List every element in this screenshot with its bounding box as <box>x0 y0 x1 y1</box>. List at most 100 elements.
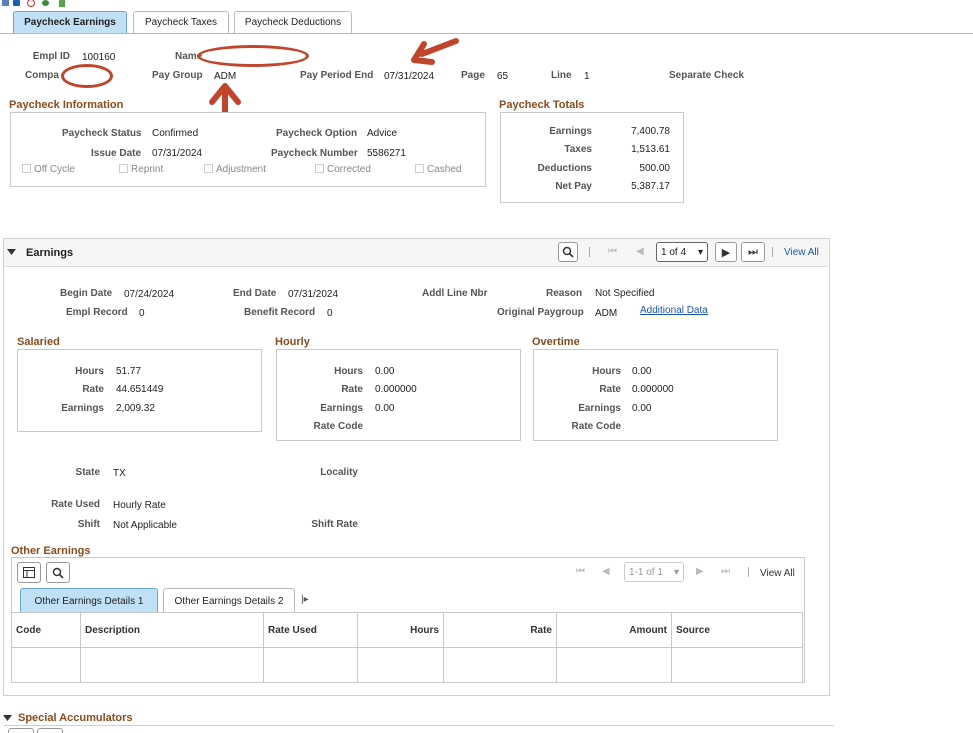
totals-taxes-label: Taxes <box>564 144 592 155</box>
paycheck-option-label: Paycheck Option <box>276 128 358 139</box>
search-icon <box>52 567 64 579</box>
column-header-source[interactable]: Source <box>671 612 803 648</box>
hourly-hours-value: 0.00 <box>375 366 395 377</box>
line-value: 1 <box>584 71 590 82</box>
column-header-hours[interactable]: Hours <box>357 612 444 648</box>
previous-page-icon[interactable]: ◀ <box>636 246 644 257</box>
earnings-search-button[interactable] <box>558 242 578 262</box>
state-label: State <box>75 467 100 478</box>
benefit-record-value: 0 <box>327 308 333 319</box>
pager-separator <box>589 247 590 257</box>
shift-label: Shift <box>77 519 100 530</box>
totals-net-pay-value: 5,387.17 <box>631 181 670 192</box>
company-label: Compa <box>25 70 59 81</box>
overtime-rate-code-label: Rate Code <box>571 421 621 432</box>
chevron-down-icon: ▾ <box>697 246 703 258</box>
empl-record-value: 0 <box>139 308 145 319</box>
next-page-icon: ▶ <box>721 246 731 259</box>
original-paygroup-value: ADM <box>595 308 618 319</box>
corrected-label: Corrected <box>327 164 371 175</box>
corrected-checkbox[interactable]: Corrected <box>315 164 371 175</box>
other-earnings-table: Code Description Rate Used Hours Rate Am… <box>11 612 803 683</box>
grid-settings-icon <box>23 567 35 578</box>
tab-paycheck-taxes[interactable]: Paycheck Taxes <box>133 11 229 33</box>
column-header-code[interactable]: Code <box>11 612 81 648</box>
notify-icon[interactable] <box>2 0 9 6</box>
refresh-icon[interactable] <box>27 0 35 7</box>
issue-date-value: 07/31/2024 <box>152 148 203 159</box>
other-earnings-pager-value: 1-1 of 1 <box>629 566 663 578</box>
end-date-label: End Date <box>233 288 277 299</box>
totals-net-pay-label: Net Pay <box>555 181 592 192</box>
reason-value: Not Specified <box>595 288 655 299</box>
overtime-earnings-value: 0.00 <box>632 403 652 414</box>
other-earnings-view-all-link[interactable]: View All <box>760 568 795 579</box>
tab-label: Paycheck Deductions <box>244 17 342 28</box>
first-page-icon[interactable]: ⏮ <box>608 246 617 257</box>
earnings-view-all-link[interactable]: View All <box>784 247 819 258</box>
off-cycle-label: Off Cycle <box>34 164 75 175</box>
gear-icon[interactable] <box>42 0 49 6</box>
personalize-button[interactable] <box>17 562 41 583</box>
column-header-rate-used[interactable]: Rate Used <box>263 612 358 648</box>
addl-line-nbr-label: Addl Line Nbr <box>422 288 488 299</box>
overtime-rate-value: 0.000000 <box>632 384 674 395</box>
earnings-pager-select[interactable]: 1 of 4 ▾ <box>656 242 708 262</box>
column-header-rate[interactable]: Rate <box>443 612 557 648</box>
first-page-icon: ⏮ <box>576 566 585 577</box>
begin-date-value: 07/24/2024 <box>124 289 175 300</box>
begin-date-label: Begin Date <box>60 288 113 299</box>
collapse-triangle-icon[interactable] <box>7 249 16 256</box>
next-page-button[interactable]: ▶ <box>715 242 737 262</box>
redaction-oval-name <box>197 45 309 67</box>
separate-check-label: Separate Check <box>669 70 745 81</box>
tab-label: Paycheck Earnings <box>24 17 116 28</box>
special-accumulators-toolbar-button[interactable] <box>8 728 34 733</box>
last-page-icon: ⏭ <box>721 566 730 577</box>
earnings-pager-value: 1 of 4 <box>661 246 687 258</box>
issue-date-label: Issue Date <box>91 148 142 159</box>
empl-id-label: Empl ID <box>32 51 70 62</box>
totals-taxes-value: 1,513.61 <box>631 144 670 155</box>
hourly-rate-code-label: Rate Code <box>313 421 363 432</box>
column-header-amount[interactable]: Amount <box>556 612 672 648</box>
tab-paycheck-deductions[interactable]: Paycheck Deductions <box>234 11 352 33</box>
table-header-row: Code Description Rate Used Hours Rate Am… <box>11 612 803 648</box>
last-page-button[interactable]: ⏭ <box>741 242 765 262</box>
totals-deductions-value: 500.00 <box>639 163 670 174</box>
hourly-hours-label: Hours <box>334 366 363 377</box>
show-all-columns-icon[interactable]: |▸ <box>301 594 309 605</box>
other-earnings-pager-select: 1-1 of 1 ▾ <box>624 562 684 582</box>
earnings-title: Earnings <box>26 247 74 259</box>
salaried-earnings-label: Earnings <box>61 403 104 414</box>
overtime-title: Overtime <box>532 336 580 348</box>
cashed-checkbox[interactable]: Cashed <box>415 164 461 175</box>
tab-paycheck-earnings[interactable]: Paycheck Earnings <box>13 11 127 33</box>
salaried-hours-label: Hours <box>75 366 104 377</box>
off-cycle-checkbox[interactable]: Off Cycle <box>22 164 75 175</box>
adjustment-checkbox[interactable]: Adjustment <box>204 164 266 175</box>
subtab-other-earnings-details-2[interactable]: Other Earnings Details 2 <box>163 588 295 613</box>
hourly-rate-value: 0.000000 <box>375 384 417 395</box>
clipboard-icon[interactable] <box>59 0 65 7</box>
subtab-other-earnings-details-1[interactable]: Other Earnings Details 1 <box>20 588 158 613</box>
column-header-description[interactable]: Description <box>80 612 264 648</box>
additional-data-link[interactable]: Additional Data <box>640 305 708 316</box>
salaried-rate-value: 44.651449 <box>116 384 164 395</box>
special-accumulators-title: Special Accumulators <box>18 712 133 724</box>
toolbar-icons <box>2 0 82 8</box>
collapse-triangle-icon[interactable] <box>3 715 12 722</box>
overtime-box <box>533 349 778 441</box>
reprint-checkbox[interactable]: Reprint <box>119 164 163 175</box>
info-icon[interactable] <box>13 0 20 6</box>
totals-deductions-label: Deductions <box>537 163 592 174</box>
locality-label: Locality <box>320 467 358 478</box>
page-label: Page <box>461 70 485 81</box>
benefit-record-label: Benefit Record <box>244 307 316 318</box>
pager-separator <box>748 567 749 577</box>
search-icon <box>562 246 574 258</box>
other-earnings-search-button[interactable] <box>46 562 70 583</box>
hourly-rate-label: Rate <box>341 384 363 395</box>
special-accumulators-toolbar-button[interactable] <box>37 728 63 733</box>
cashed-label: Cashed <box>427 164 462 175</box>
